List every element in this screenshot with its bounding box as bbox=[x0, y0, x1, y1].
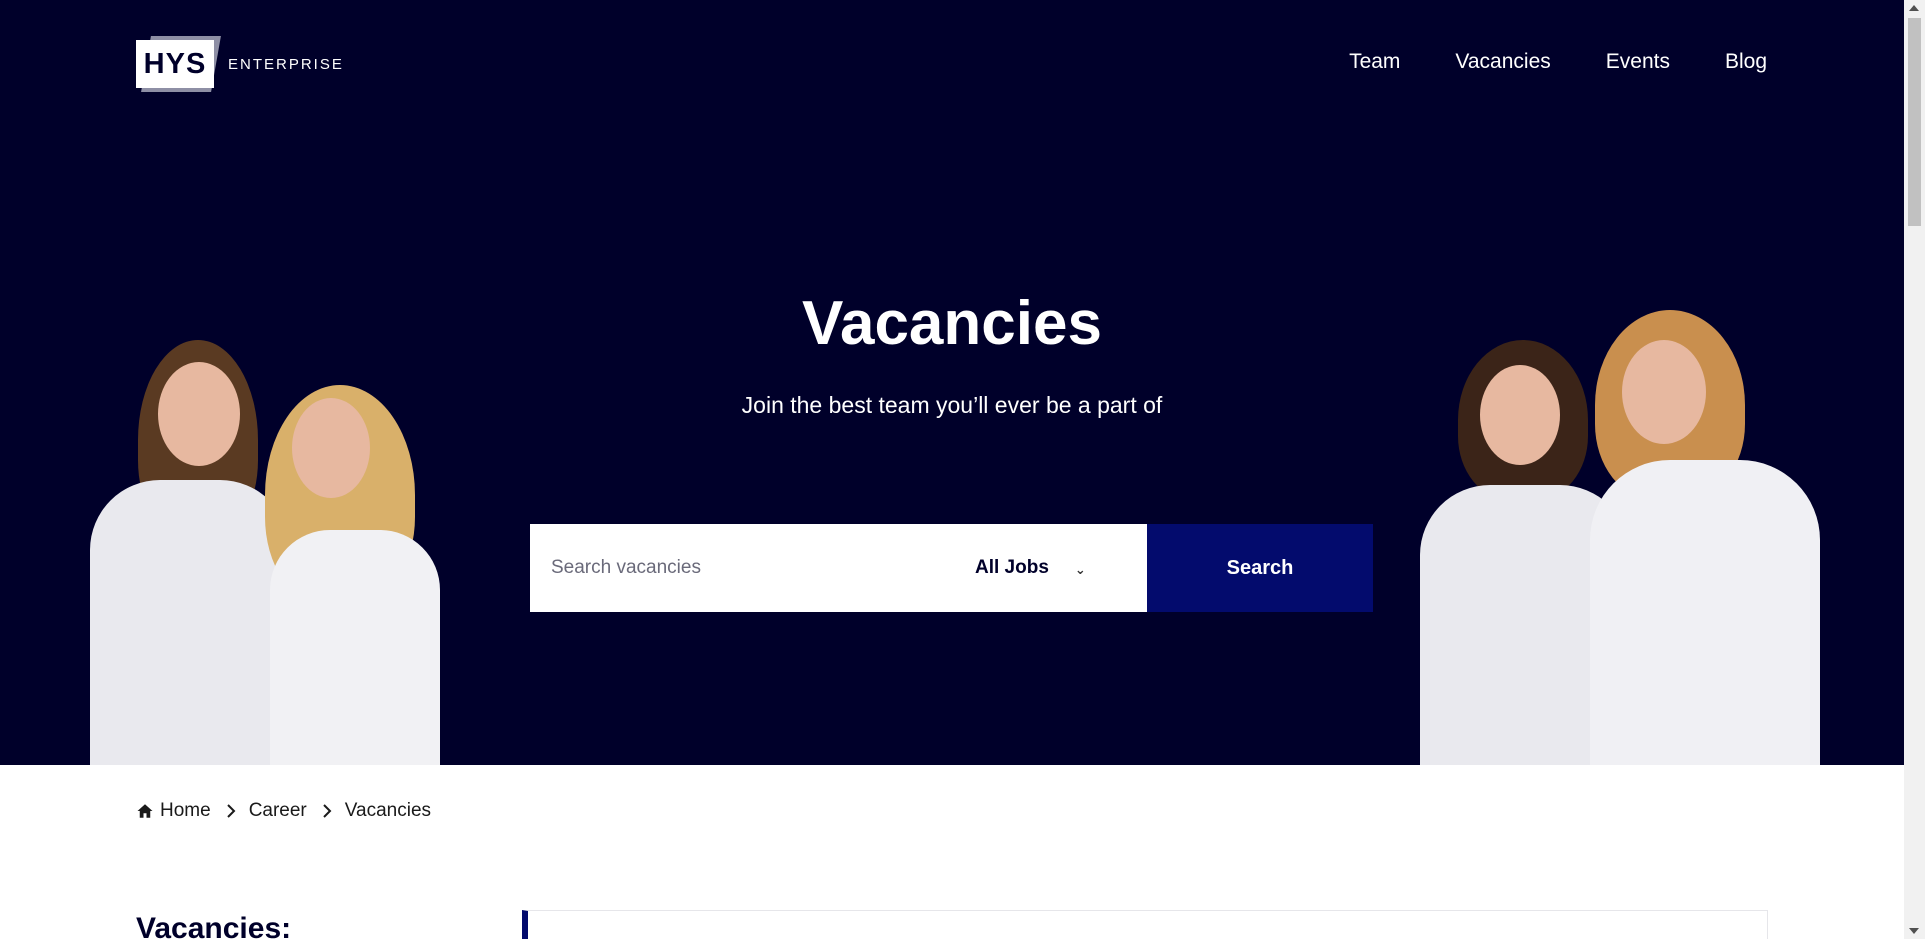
vacancy-search-form: All Jobs ⌄ Search bbox=[530, 524, 1373, 612]
search-button[interactable]: Search bbox=[1147, 524, 1373, 612]
hero-section: HYS ENTERPRISE Team Vacancies Events Blo… bbox=[0, 0, 1904, 765]
shirt-shape bbox=[270, 530, 440, 765]
breadcrumb-home[interactable]: Home bbox=[160, 800, 211, 822]
vacancy-card[interactable] bbox=[522, 910, 1768, 939]
home-icon bbox=[137, 804, 153, 818]
job-category-select[interactable]: All Jobs ⌄ bbox=[975, 524, 1147, 612]
page-subtitle: Join the best team you’ll ever be a part… bbox=[741, 392, 1163, 418]
hero-photo-right bbox=[1410, 310, 1850, 765]
section-title: Vacancies: bbox=[136, 912, 292, 939]
chevron-right-icon bbox=[226, 804, 236, 818]
job-category-value: All Jobs bbox=[975, 557, 1049, 578]
logo-subtitle: ENTERPRISE bbox=[228, 55, 344, 73]
search-input[interactable] bbox=[530, 524, 975, 612]
chevron-right-icon bbox=[323, 804, 332, 818]
scrollbar-thumb[interactable] bbox=[1908, 18, 1921, 226]
logo[interactable]: HYS ENTERPRISE bbox=[136, 34, 344, 94]
page-scrollbar[interactable] bbox=[1904, 0, 1925, 939]
nav-item-vacancies[interactable]: Vacancies bbox=[1455, 50, 1550, 74]
breadcrumb-current: Vacancies bbox=[344, 800, 432, 821]
chevron-down-icon: ⌄ bbox=[1074, 562, 1086, 577]
page-title: Vacancies bbox=[802, 289, 1102, 358]
shirt-shape bbox=[90, 480, 290, 765]
scroll-up-arrow-icon[interactable] bbox=[1909, 5, 1919, 11]
shirt-shape bbox=[1590, 460, 1820, 765]
logo-text: HYS bbox=[136, 40, 214, 88]
logo-mark: HYS bbox=[136, 34, 221, 94]
main-nav: Team Vacancies Events Blog bbox=[1349, 50, 1767, 74]
breadcrumb: Home Career Vacancies bbox=[136, 800, 431, 822]
nav-item-blog[interactable]: Blog bbox=[1725, 50, 1767, 74]
nav-item-team[interactable]: Team bbox=[1349, 50, 1400, 74]
scroll-down-arrow-icon[interactable] bbox=[1909, 928, 1919, 934]
breadcrumb-career[interactable]: Career bbox=[249, 800, 307, 822]
nav-item-events[interactable]: Events bbox=[1606, 50, 1670, 74]
page: HYS ENTERPRISE Team Vacancies Events Blo… bbox=[0, 0, 1904, 939]
